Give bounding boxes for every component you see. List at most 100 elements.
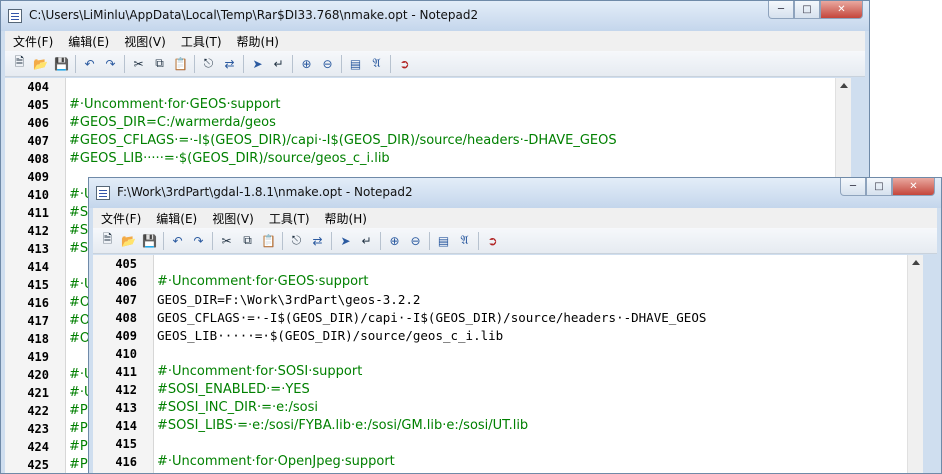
code-text: GEOS_DIR=F:\Work\3rdPart\geos-3.2.2 xyxy=(157,292,421,307)
code-line[interactable]: 414 #SOSI_LIBS·=·e:/sosi/FYBA.lib·e:/sosi… xyxy=(93,417,907,435)
code-text: GEOS_LIB·····=·$(GEOS_DIR)/source/geos_c… xyxy=(157,328,504,343)
zoom-in-icon[interactable]: ⊕ xyxy=(296,54,317,74)
code-line[interactable]: 405 xyxy=(93,255,907,273)
save-icon[interactable]: 💾 xyxy=(51,54,72,74)
wordwrap-icon[interactable]: ↵ xyxy=(356,231,377,251)
close-button[interactable]: ✕ xyxy=(820,1,863,19)
zoom-out-icon[interactable]: ⊖ xyxy=(317,54,338,74)
font-icon[interactable]: 𝔄 xyxy=(366,54,387,74)
minimize-button[interactable]: ─ xyxy=(840,178,866,196)
replace-icon[interactable]: ⇄ xyxy=(219,54,240,74)
scroll-up-arrow[interactable] xyxy=(912,260,920,265)
line-number: 415 xyxy=(115,437,137,451)
code-line[interactable]: 407 #GEOS_CFLAGS·=·-I$(GEOS_DIR)/capi·-I$… xyxy=(5,132,835,150)
goto-icon[interactable]: ➤ xyxy=(335,231,356,251)
line-number: 408 xyxy=(27,152,49,166)
menu-file[interactable]: 文件(F) xyxy=(5,33,60,50)
wordwrap-icon[interactable]: ↵ xyxy=(268,54,289,74)
exit-icon[interactable]: ➲ xyxy=(394,54,415,74)
code-line[interactable]: 408 GEOS_CFLAGS·=·-I$(GEOS_DIR)/capi·-I$(… xyxy=(93,309,907,327)
code-text: #·Uncomment·for·SOSI·support xyxy=(157,364,363,379)
menu-edit[interactable]: 编辑(E) xyxy=(60,33,116,50)
code-line[interactable]: 413 #SOSI_INC_DIR·=·e:/sosi xyxy=(93,399,907,417)
code-line[interactable]: 404 xyxy=(5,78,835,96)
new-file-icon[interactable]: 🗎 xyxy=(9,54,30,74)
menu-view[interactable]: 视图(V) xyxy=(116,33,173,50)
menu-edit[interactable]: 编辑(E) xyxy=(148,210,204,227)
menu-help[interactable]: 帮助(H) xyxy=(229,33,286,50)
font-icon[interactable]: 𝔄 xyxy=(454,231,475,251)
menu-bar: 文件(F) 编辑(E) 视图(V) 工具(T) 帮助(H) xyxy=(5,31,865,51)
title-bar[interactable]: F:\Work\3rdPart\gdal-1.8.1\nmake.opt - N… xyxy=(89,178,941,208)
paste-icon[interactable]: 📋 xyxy=(258,231,279,251)
code-text: #O xyxy=(69,331,91,346)
undo-icon[interactable]: ↶ xyxy=(167,231,188,251)
toolbar-separator xyxy=(75,54,76,73)
code-text: #O xyxy=(69,295,91,310)
code-line[interactable]: 407 GEOS_DIR=F:\Work\3rdPart\geos-3.2.2 xyxy=(93,291,907,309)
replace-icon[interactable]: ⇄ xyxy=(307,231,328,251)
vertical-scrollbar[interactable] xyxy=(907,255,923,473)
code-line[interactable]: 409 GEOS_LIB·····=·$(GEOS_DIR)/source/geo… xyxy=(93,327,907,345)
zoom-out-icon[interactable]: ⊖ xyxy=(405,231,426,251)
toolbar-separator xyxy=(124,54,125,73)
maximize-button[interactable]: □ xyxy=(866,178,892,196)
code-line[interactable]: 406 #·Uncomment·for·GEOS·support xyxy=(93,273,907,291)
code-text: GEOS_CFLAGS·=·-I$(GEOS_DIR)/capi·-I$(GEO… xyxy=(157,310,707,325)
open-file-icon[interactable]: 📂 xyxy=(30,54,51,74)
menu-bar: 文件(F) 编辑(E) 视图(V) 工具(T) 帮助(H) xyxy=(93,208,937,228)
notepad-window-gdal[interactable]: F:\Work\3rdPart\gdal-1.8.1\nmake.opt - N… xyxy=(88,177,942,474)
code-text: #GEOS_CFLAGS·=·-I$(GEOS_DIR)/capi·-I$(GE… xyxy=(69,133,617,148)
code-line[interactable]: 411 #·Uncomment·for·SOSI·support xyxy=(93,363,907,381)
code-line[interactable]: 408 #GEOS_LIB·····=·$(GEOS_DIR)/source/ge… xyxy=(5,150,835,168)
open-file-icon[interactable]: 📂 xyxy=(118,231,139,251)
code-line[interactable]: 410 xyxy=(93,345,907,363)
code-text: #S xyxy=(69,205,89,220)
line-number: 424 xyxy=(27,440,49,454)
minimize-button[interactable]: ─ xyxy=(768,1,794,19)
scroll-up-arrow[interactable] xyxy=(840,83,848,88)
zoom-in-icon[interactable]: ⊕ xyxy=(384,231,405,251)
title-bar[interactable]: C:\Users\LiMinlu\AppData\Local\Temp\Rar$… xyxy=(1,1,869,31)
scheme-icon[interactable]: ▤ xyxy=(433,231,454,251)
save-icon[interactable]: 💾 xyxy=(139,231,160,251)
code-text: #O xyxy=(69,313,91,328)
line-number: 417 xyxy=(27,314,49,328)
notepad-app-icon xyxy=(8,9,22,23)
exit-icon[interactable]: ➲ xyxy=(482,231,503,251)
new-file-icon[interactable]: 🗎 xyxy=(97,231,118,251)
line-number: 405 xyxy=(27,98,49,112)
code-line[interactable]: 405 #·Uncomment·for·GEOS·support xyxy=(5,96,835,114)
scheme-icon[interactable]: ▤ xyxy=(345,54,366,74)
find-icon[interactable]: ⎋ xyxy=(198,54,219,74)
code-line[interactable]: 412 #SOSI_ENABLED·=·YES xyxy=(93,381,907,399)
code-line[interactable]: 415 xyxy=(93,435,907,453)
line-number: 421 xyxy=(27,386,49,400)
line-number: 404 xyxy=(27,80,49,94)
copy-icon[interactable]: ⧉ xyxy=(149,54,170,74)
line-number: 414 xyxy=(27,260,49,274)
redo-icon[interactable]: ↷ xyxy=(188,231,209,251)
menu-tools[interactable]: 工具(T) xyxy=(173,33,229,50)
line-number: 415 xyxy=(27,278,49,292)
cut-icon[interactable]: ✂ xyxy=(216,231,237,251)
close-button[interactable]: ✕ xyxy=(892,178,935,196)
menu-help[interactable]: 帮助(H) xyxy=(317,210,374,227)
redo-icon[interactable]: ↷ xyxy=(100,54,121,74)
menu-tools[interactable]: 工具(T) xyxy=(261,210,317,227)
menu-view[interactable]: 视图(V) xyxy=(204,210,261,227)
paste-icon[interactable]: 📋 xyxy=(170,54,191,74)
code-line[interactable]: 406 #GEOS_DIR=C:/warmerda/geos xyxy=(5,114,835,132)
maximize-button[interactable]: □ xyxy=(794,1,820,19)
toolbar-separator xyxy=(341,54,342,73)
window-title: F:\Work\3rdPart\gdal-1.8.1\nmake.opt - N… xyxy=(117,185,413,199)
menu-file[interactable]: 文件(F) xyxy=(93,210,148,227)
copy-icon[interactable]: ⧉ xyxy=(237,231,258,251)
text-editor[interactable]: 405 406 #·Uncomment·for·GEOS·support 407 GEO… xyxy=(93,255,923,473)
toolbar-separator xyxy=(212,231,213,250)
undo-icon[interactable]: ↶ xyxy=(79,54,100,74)
goto-icon[interactable]: ➤ xyxy=(247,54,268,74)
code-line[interactable]: 416 #·Uncomment·for·OpenJpeg·support xyxy=(93,453,907,471)
find-icon[interactable]: ⎋ xyxy=(286,231,307,251)
cut-icon[interactable]: ✂ xyxy=(128,54,149,74)
